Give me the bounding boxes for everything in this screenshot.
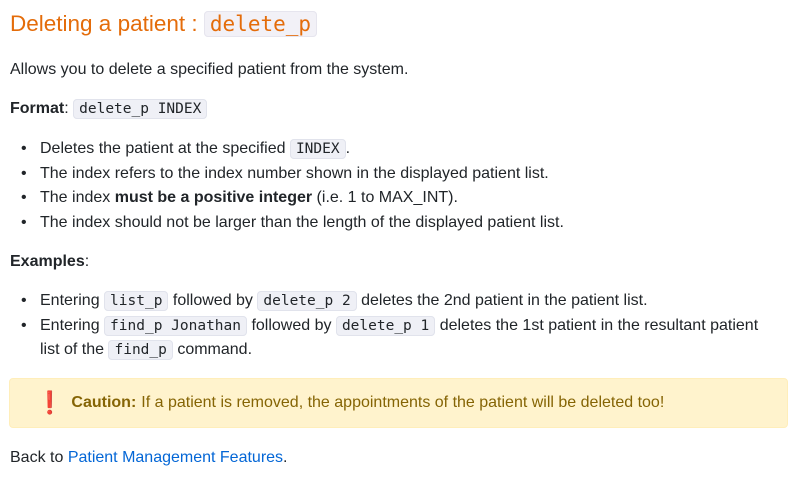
bullet-icon: •	[21, 189, 27, 206]
back-suffix: .	[283, 449, 288, 466]
examples-line: Examples:	[10, 251, 89, 273]
back-prefix: Back to	[10, 449, 68, 466]
examples-colon: :	[84, 253, 90, 270]
bullet-icon: •	[21, 213, 27, 231]
bullet-icon: •	[21, 164, 27, 182]
details-list: • Deletes the patient at the specified I…	[10, 137, 790, 235]
format-line: Format: delete_p INDEX	[10, 98, 208, 120]
format-code: delete_p INDEX	[73, 99, 208, 119]
detail-text: The index	[40, 189, 115, 206]
caution-label: Caution:	[71, 394, 137, 411]
example-text: followed by	[247, 316, 336, 334]
heading-text: Deleting a patient :	[10, 11, 204, 36]
back-line: Back to Patient Management Features.	[10, 447, 288, 469]
bullet-icon: •	[21, 292, 27, 309]
example-text: deletes the 1st patient in the resultant…	[435, 316, 759, 334]
detail-text: .	[345, 140, 351, 157]
examples-label: Examples	[10, 253, 85, 270]
detail-bold-text: must be a positive integer	[114, 189, 313, 206]
example-code: delete_p 2	[257, 291, 357, 311]
example-code: find_p	[108, 340, 173, 360]
section-heading: Deleting a patient : delete_p	[10, 8, 318, 40]
list-item: • The index should not be larger than th…	[10, 211, 790, 236]
list-item: • Entering list_p followed by delete_p 2…	[10, 289, 790, 314]
bullet-icon: •	[21, 140, 27, 157]
example-text: command.	[172, 341, 253, 358]
example-text: list of the	[40, 341, 109, 358]
examples-list: • Entering list_p followed by delete_p 2…	[10, 289, 790, 363]
list-item: • Deletes the patient at the specified I…	[10, 137, 790, 162]
caution-box: ❗ Caution: If a patient is removed, the …	[9, 378, 788, 428]
example-code: delete_p 1	[335, 315, 436, 336]
format-colon: :	[64, 100, 74, 117]
example-code: list_p	[104, 291, 169, 311]
format-label: Format	[10, 100, 65, 117]
example-text: followed by	[168, 292, 258, 309]
detail-text: The index should not be larger than the …	[40, 213, 564, 231]
list-item: • The index must be a positive integer (…	[10, 186, 790, 211]
detail-text: The index refers to the index number sho…	[40, 164, 549, 182]
heading-command-code: delete_p	[203, 11, 318, 37]
intro-text: Allows you to delete a specified patient…	[10, 61, 409, 78]
page: Deleting a patient : delete_p Allows you…	[0, 0, 792, 488]
detail-text: (i.e. 1 to MAX_INT).	[312, 189, 458, 206]
list-item: • The index refers to the index number s…	[10, 162, 790, 187]
caution-text: If a patient is removed, the appointment…	[141, 394, 665, 411]
patient-management-link[interactable]: Patient Management Features	[68, 449, 283, 466]
detail-text: Deletes the patient at the specified	[40, 140, 290, 157]
bullet-icon: •	[21, 316, 27, 334]
example-text: Entering	[40, 316, 105, 334]
example-text: Entering	[40, 292, 105, 309]
index-code: INDEX	[289, 139, 346, 159]
example-text: deletes the 2nd patient in the patient l…	[356, 292, 648, 309]
list-item: • Entering find_p Jonathan followed by d…	[10, 314, 790, 363]
example-code: find_p Jonathan	[104, 315, 247, 336]
exclamation-icon: ❗	[36, 390, 64, 415]
